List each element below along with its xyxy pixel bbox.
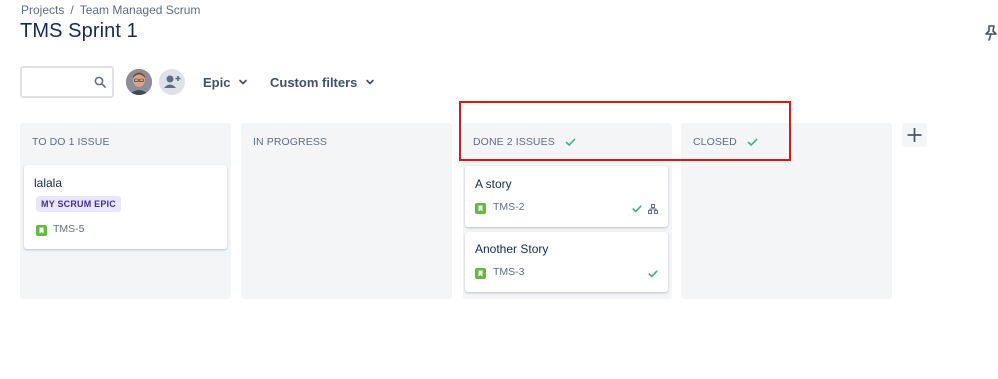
- issue-key[interactable]: TMS-5: [53, 223, 85, 235]
- story-bookmark-icon: [36, 225, 47, 236]
- chevron-down-icon: [366, 79, 375, 85]
- pin-icon[interactable]: [984, 25, 998, 41]
- board-toolbar: Epic Custom filters: [20, 66, 420, 98]
- epic-filter-label: Epic: [203, 74, 231, 90]
- custom-filters-label: Custom filters: [270, 74, 358, 90]
- breadcrumb-project-link[interactable]: Team Managed Scrum: [80, 3, 201, 17]
- check-icon: [565, 138, 576, 146]
- epic-filter-button[interactable]: Epic: [203, 66, 248, 98]
- page-title: TMS Sprint 1: [20, 20, 138, 42]
- issue-summary: lalala: [34, 176, 63, 190]
- column-title: TO DO 1 ISSUE: [32, 136, 110, 148]
- child-issues-icon[interactable]: [648, 204, 658, 214]
- column-header: DONE 2 ISSUES: [473, 136, 576, 148]
- issue-key[interactable]: TMS-2: [493, 201, 525, 213]
- check-icon: [648, 270, 658, 278]
- search-input[interactable]: [26, 72, 90, 92]
- column-title: DONE 2 ISSUES: [473, 136, 555, 148]
- story-bookmark-icon: [475, 268, 486, 279]
- column-header: CLOSED: [693, 136, 758, 148]
- breadcrumb-projects-link[interactable]: Projects: [21, 3, 64, 17]
- avatar[interactable]: [126, 69, 152, 95]
- issue-card[interactable]: A story TMS-2: [465, 166, 668, 227]
- add-column-button[interactable]: [902, 123, 927, 147]
- issue-card[interactable]: lalala MY SCRUM EPIC TMS-5: [24, 165, 227, 249]
- check-icon: [747, 138, 758, 146]
- issue-summary: A story: [475, 177, 512, 191]
- check-icon: [632, 205, 642, 213]
- epic-badge[interactable]: MY SCRUM EPIC: [36, 196, 121, 212]
- column-todo: TO DO 1 ISSUE lalala MY SCRUM EPIC TMS-5: [20, 123, 231, 299]
- column-title: IN PROGRESS: [253, 136, 328, 148]
- custom-filters-button[interactable]: Custom filters: [270, 66, 375, 98]
- column-done: DONE 2 ISSUES A story TMS-2 Another Stor…: [463, 123, 672, 299]
- search-field[interactable]: [20, 66, 114, 98]
- add-people-button[interactable]: [159, 69, 185, 95]
- issue-card[interactable]: Another Story TMS-3: [465, 232, 668, 292]
- breadcrumb-separator: /: [70, 3, 74, 17]
- breadcrumb: Projects / Team Managed Scrum: [21, 3, 200, 17]
- plus-icon: [907, 128, 922, 142]
- column-closed: CLOSED: [681, 123, 892, 299]
- issue-key[interactable]: TMS-3: [493, 266, 525, 278]
- chevron-down-icon: [239, 79, 248, 85]
- user-photo: [126, 69, 152, 95]
- column-in-progress: IN PROGRESS: [241, 123, 452, 299]
- column-header: TO DO 1 ISSUE: [32, 136, 110, 148]
- add-person-icon: [164, 75, 181, 88]
- column-title: CLOSED: [693, 136, 737, 148]
- issue-summary: Another Story: [475, 242, 549, 256]
- column-header: IN PROGRESS: [253, 136, 327, 148]
- story-bookmark-icon: [475, 203, 486, 214]
- search-icon: [94, 76, 106, 88]
